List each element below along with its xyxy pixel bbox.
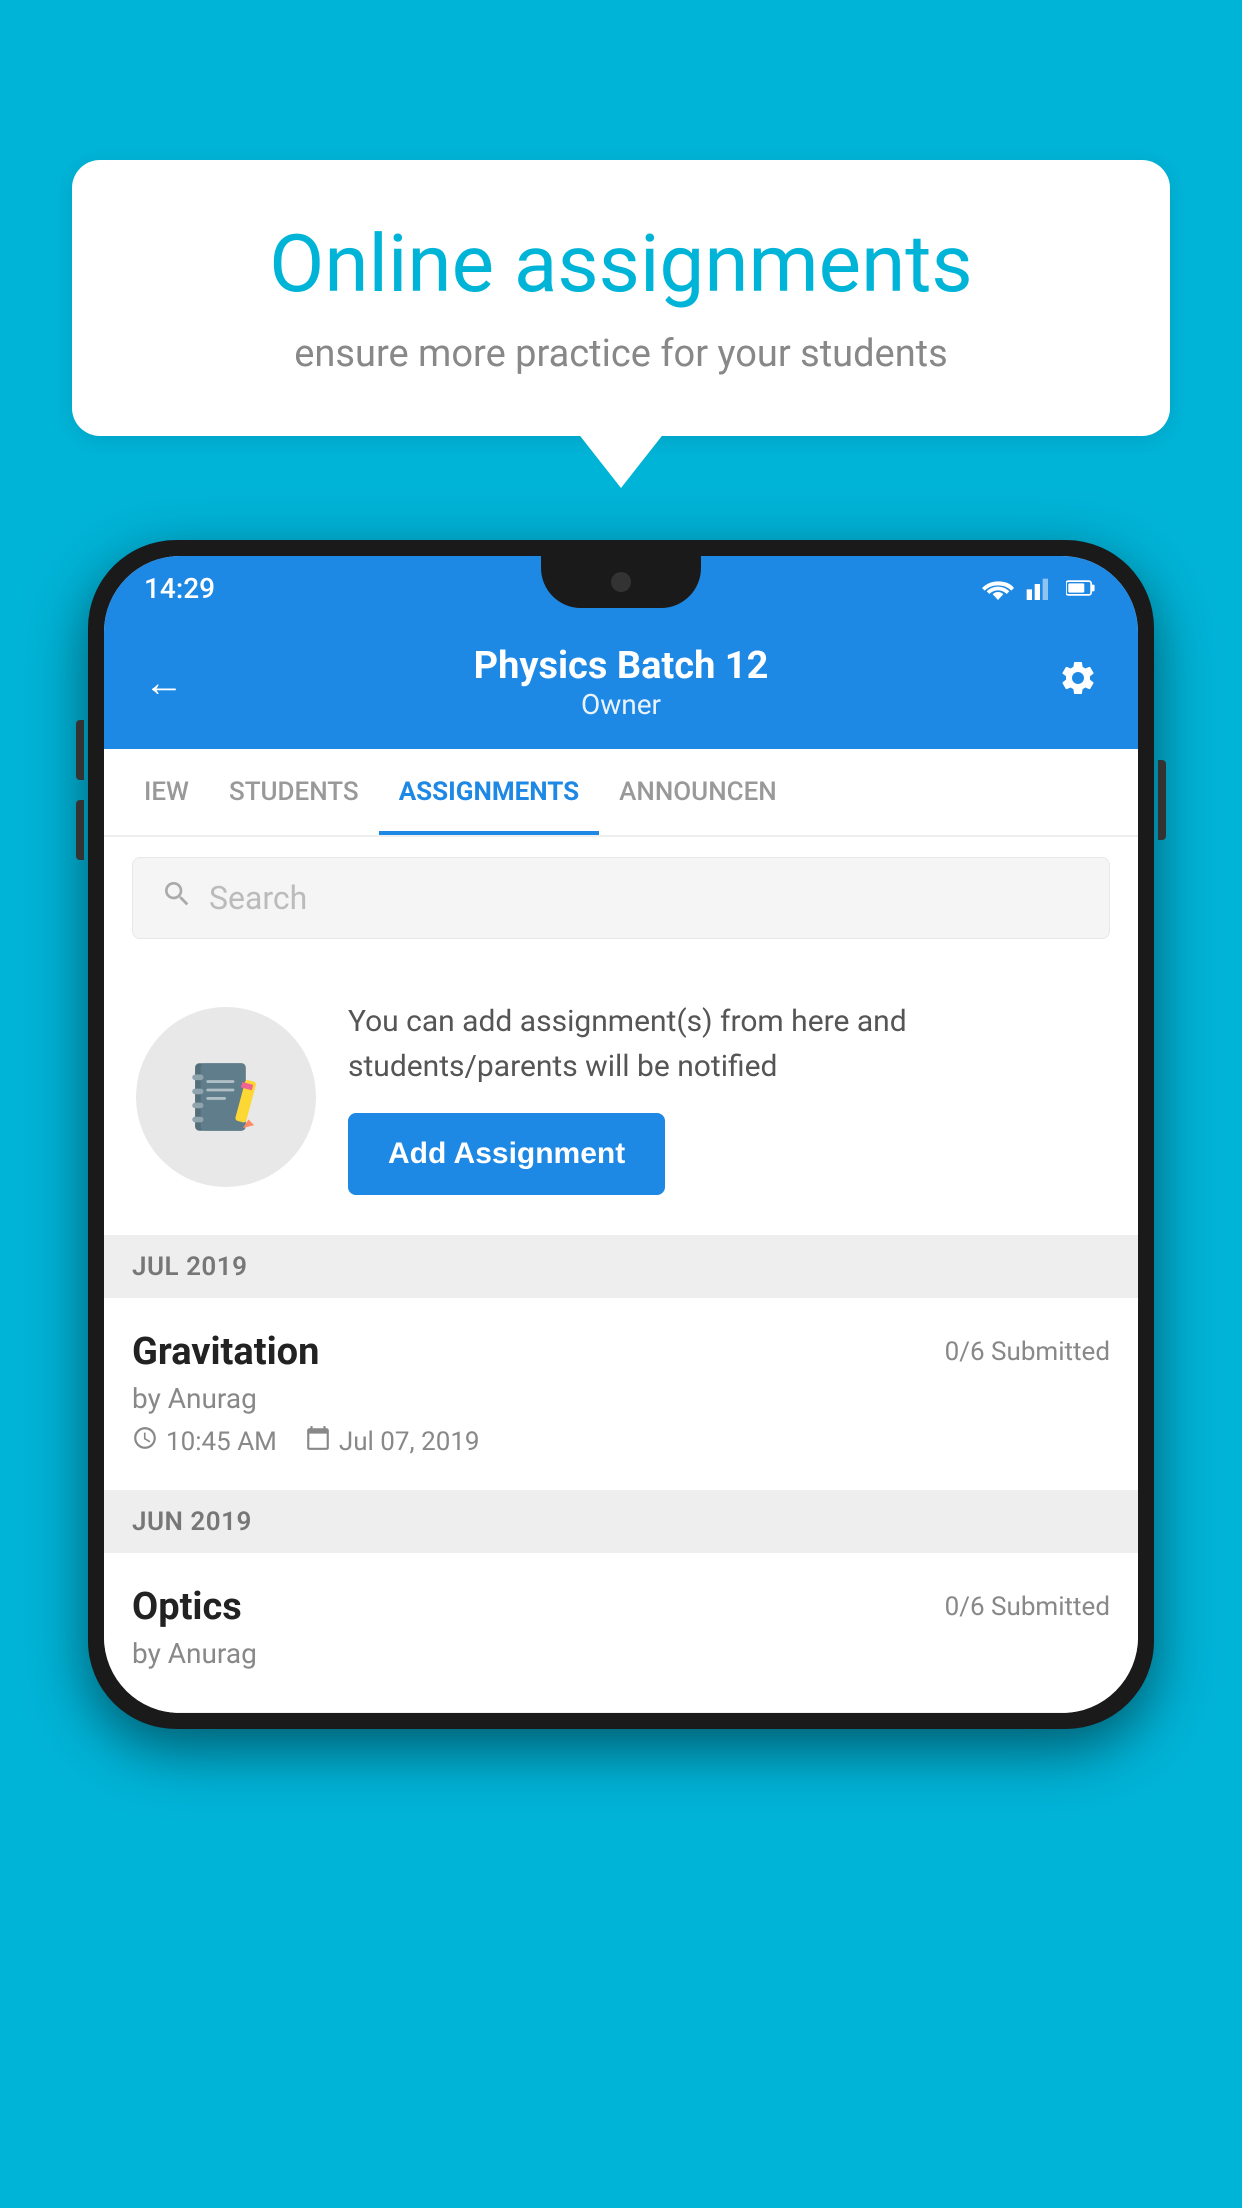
volume-button-down <box>76 800 84 860</box>
assignment-icon-circle <box>136 1007 316 1187</box>
assignment-item-gravitation[interactable]: Gravitation 0/6 Submitted by Anurag 10:4… <box>104 1298 1138 1491</box>
calendar-icon <box>305 1425 331 1458</box>
section-header-jul-text: JUL 2019 <box>132 1252 248 1282</box>
back-button[interactable]: ← <box>144 659 184 706</box>
tab-iew[interactable]: IEW <box>124 749 209 835</box>
power-button <box>1158 760 1166 840</box>
notebook-icon <box>181 1052 271 1142</box>
speech-bubble-wrapper: Online assignments ensure more practice … <box>72 160 1170 436</box>
volume-button-up <box>76 720 84 780</box>
battery-icon <box>1066 576 1098 600</box>
settings-button[interactable] <box>1058 658 1098 707</box>
assignment-item-optics-header: Optics 0/6 Submitted <box>132 1585 1110 1629</box>
tab-students[interactable]: STUDENTS <box>209 749 379 835</box>
assignment-item-optics[interactable]: Optics 0/6 Submitted by Anurag <box>104 1553 1138 1713</box>
assignment-item-gravitation-header: Gravitation 0/6 Submitted <box>132 1330 1110 1374</box>
assignment-submitted-gravitation: 0/6 Submitted <box>945 1337 1110 1367</box>
tab-assignments[interactable]: ASSIGNMENTS <box>379 749 599 835</box>
assignment-promo-text: You can add assignment(s) from here and … <box>348 999 1106 1195</box>
assignment-promo-desc: You can add assignment(s) from here and … <box>348 999 1106 1089</box>
status-bar: 14:29 <box>104 556 1138 620</box>
meta-time-gravitation: 10:45 AM <box>132 1425 277 1458</box>
assignment-author-gravitation: by Anurag <box>132 1382 1110 1415</box>
search-input[interactable]: Search <box>132 857 1110 939</box>
header-center: Physics Batch 12 Owner <box>474 644 769 721</box>
assignment-meta-gravitation: 10:45 AM Jul 07, 2019 <box>132 1425 1110 1458</box>
assignment-time-gravitation: 10:45 AM <box>166 1427 277 1457</box>
wifi-icon <box>982 576 1014 600</box>
assignment-submitted-optics: 0/6 Submitted <box>945 1592 1110 1622</box>
status-icons <box>982 576 1098 600</box>
assignment-author-optics: by Anurag <box>132 1637 1110 1670</box>
camera <box>611 572 631 592</box>
add-assignment-promo: You can add assignment(s) from here and … <box>104 959 1138 1236</box>
status-time: 14:29 <box>144 572 215 605</box>
header-title: Physics Batch 12 <box>474 644 769 688</box>
app-header: ← Physics Batch 12 Owner <box>104 620 1138 749</box>
section-header-jul: JUL 2019 <box>104 1236 1138 1298</box>
add-assignment-button[interactable]: Add Assignment <box>348 1113 665 1195</box>
search-placeholder: Search <box>209 879 307 917</box>
tabs: IEW STUDENTS ASSIGNMENTS ANNOUNCEN <box>104 749 1138 837</box>
section-header-jun: JUN 2019 <box>104 1491 1138 1553</box>
meta-date-gravitation: Jul 07, 2019 <box>305 1425 480 1458</box>
search-icon <box>161 878 193 918</box>
section-header-jun-text: JUN 2019 <box>132 1507 252 1537</box>
assignment-date-gravitation: Jul 07, 2019 <box>339 1427 480 1457</box>
signal-icon <box>1026 576 1054 600</box>
speech-bubble-subtitle: ensure more practice for your students <box>152 332 1090 376</box>
phone-wrapper: 14:29 <box>88 540 1154 1729</box>
header-subtitle: Owner <box>474 688 769 721</box>
clock-icon <box>132 1425 158 1458</box>
notch <box>541 556 701 608</box>
assignment-title-optics: Optics <box>132 1585 242 1629</box>
phone-outer: 14:29 <box>88 540 1154 1729</box>
phone-screen: 14:29 <box>104 556 1138 1713</box>
speech-bubble: Online assignments ensure more practice … <box>72 160 1170 436</box>
tab-announcements[interactable]: ANNOUNCEN <box>599 749 797 835</box>
search-bar: Search <box>104 837 1138 959</box>
speech-bubble-title: Online assignments <box>152 220 1090 308</box>
assignment-title-gravitation: Gravitation <box>132 1330 319 1374</box>
